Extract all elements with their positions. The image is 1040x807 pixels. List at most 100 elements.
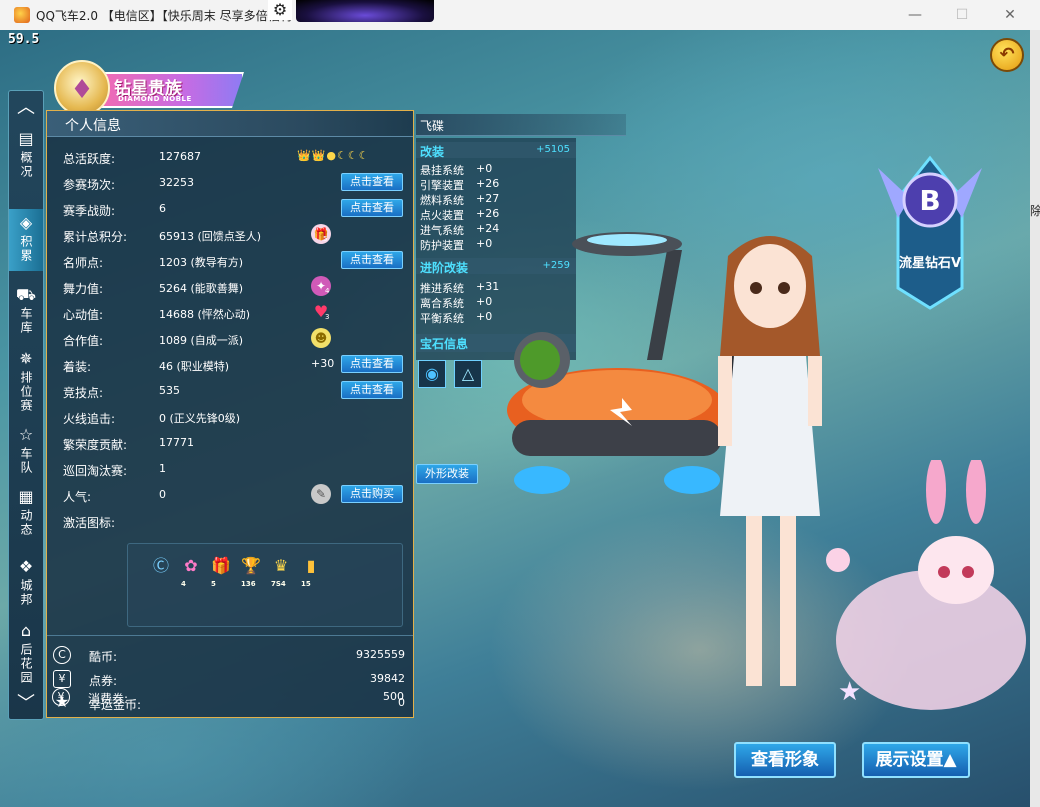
stat-row: 参赛场次: 32253 点击查看 (63, 171, 407, 197)
stat-value: 127687 (159, 150, 201, 163)
stat-value: 46 (职业模特) (159, 360, 230, 373)
nav-up-arrow-icon[interactable]: ︿ (9, 93, 43, 123)
coin-badge-icon[interactable]: Ⓒ (149, 556, 173, 582)
stat-row: 着装: 46 (职业模特) +30 点击查看 (63, 353, 407, 379)
stat-value: 0 (正义先锋0级) (159, 412, 241, 425)
stat-value: 65913 (回馈点圣人) (159, 230, 262, 243)
car-icon: ⛟ (15, 285, 37, 304)
calendar-icon: ▦ (18, 487, 34, 506)
currency-label: 酷币: (89, 650, 118, 664)
rank-wings-icon: ✵ (19, 349, 33, 368)
mod-section-title: 改装 (420, 145, 445, 159)
nav-item-overview[interactable]: ▤ 概况 (9, 129, 43, 181)
gift-badge-icon[interactable]: 🎁 5 (209, 556, 233, 588)
stat-label: 名师点: (63, 256, 104, 270)
display-settings-button[interactable]: 展示设置▲ (862, 742, 970, 778)
vehicle-name: 飞碟 (420, 119, 445, 133)
view-season-button[interactable]: 点击查看 (341, 199, 403, 217)
trophy-badge-icon[interactable]: 🏆 136 (239, 556, 263, 588)
stat-row: 合作值: 1089 (自成一派) ☻ (63, 327, 407, 353)
nav-item-accumulation[interactable]: ◈ 积累 (9, 209, 43, 271)
gem-slot-2-triangle-icon[interactable]: △ (454, 360, 482, 388)
view-arena-button[interactable]: 点击查看 (341, 381, 403, 399)
star-icon: ☆ (18, 425, 34, 444)
svg-text:★: ★ (838, 677, 861, 707)
coop-icon: ☻ (311, 328, 331, 348)
maximize-button[interactable]: ☐ (939, 0, 985, 30)
gift-icon: 🎁 (311, 224, 331, 244)
currency-row: C 酷币: 9325559 (53, 645, 405, 667)
divider (47, 635, 413, 636)
nav-label: 排位赛 (19, 371, 33, 413)
stat-row: 总活跃度: 127687 👑👑●☾☾☾ (63, 145, 407, 171)
appearance-mod-button[interactable]: 外形改装 (416, 464, 478, 484)
rank-diamond-badge-icon: B (878, 155, 982, 310)
noble-badge: ♦ 钻星贵族 DIAMOND NOBLE (48, 60, 248, 116)
close-button[interactable]: ✕ (987, 0, 1033, 30)
nav-label: 积累 (19, 235, 33, 263)
view-matches-button[interactable]: 点击查看 (341, 173, 403, 191)
buy-popularity-button[interactable]: 点击购买 (341, 485, 403, 503)
stat-label: 参赛场次: (63, 178, 116, 192)
nav-label: 动态 (19, 509, 33, 537)
stat-row: 繁荣度贡献: 17771 (63, 431, 407, 457)
stat-row: 激活图标: (63, 509, 407, 535)
currency-value: 9325559 (356, 648, 405, 661)
nav-item-ranked[interactable]: ✵ 排位赛 (9, 349, 43, 419)
nav-item-team[interactable]: ☆ 车队 (9, 425, 43, 481)
gift-count: 5 (323, 235, 328, 243)
flower-badge-icon[interactable]: ✿ 4 (179, 556, 203, 588)
gem-title: 宝石信息 (420, 337, 469, 351)
kubi-coin-icon: C (53, 646, 71, 664)
activated-badges: Ⓒ ✿ 4 🎁 5 🏆 136 ♛ 7S4 ▮ 15 (149, 556, 323, 588)
mod-section: 改装 +5105 (416, 142, 576, 159)
profile-card-icon: ▤ (18, 129, 34, 148)
stat-label: 合作值: (63, 334, 104, 348)
view-mentor-button[interactable]: 点击查看 (341, 251, 403, 269)
mod-section-title: 进阶改装 (420, 261, 469, 275)
view-outfit-button[interactable]: 点击查看 (341, 355, 403, 373)
view-image-button[interactable]: 查看形象 (734, 742, 836, 778)
mod-item: 燃料系统 +27 (420, 192, 500, 207)
stat-row: 竞技点: 535 点击查看 (63, 379, 407, 405)
fps-counter: 59.5 (8, 32, 40, 47)
nav-item-feed[interactable]: ▦ 动态 (9, 487, 43, 545)
game-viewport: 59.5 ↶ 除 ︿ ▤ 概况 ◈ 积累 ⛟ 车库 ✵ 排位赛 ☆ 车队 ▦ 动… (0, 30, 1040, 807)
stat-value: 1203 (教导有方) (159, 256, 244, 269)
stat-row: 巡回淘汰赛: 1 (63, 457, 407, 483)
stat-row: 舞力值: 5264 (能歌善舞) ✦ 4 (63, 275, 407, 301)
nav-down-arrow-icon[interactable]: ﹀ (9, 689, 43, 719)
back-arrow-icon[interactable]: ↶ (990, 38, 1024, 72)
fairy-pet-image: ★ (826, 460, 1026, 710)
garden-icon: ⌂ (20, 621, 32, 640)
gem-slot-1-icon[interactable]: ◉ (418, 360, 446, 388)
stat-label: 总活跃度: (63, 152, 116, 166)
crown-moon-icons: 👑👑●☾☾☾ (297, 149, 370, 162)
stat-value: 1 (159, 462, 166, 475)
stat-row: 心动值: 14688 (怦然心动) ♥ 3 (63, 301, 407, 327)
nav-item-garage[interactable]: ⛟ 车库 (9, 285, 43, 341)
svg-text:B: B (919, 184, 940, 217)
stat-label: 竞技点: (63, 386, 104, 400)
nav-label: 车队 (19, 447, 33, 475)
diamond-noble-emblem-icon: ♦ (54, 60, 110, 116)
stat-label: 心动值: (63, 308, 104, 322)
nav-label: 城邦 (19, 579, 33, 607)
rank-label: 流星钻石Ⅴ (898, 256, 962, 271)
minimize-button[interactable]: — (892, 0, 938, 30)
dance-count: 4 (325, 287, 330, 295)
card-badge-icon[interactable]: ▮ 15 (299, 556, 323, 588)
crown-badge-icon[interactable]: ♛ 7S4 (269, 556, 293, 588)
city-icon: ❖ (18, 557, 34, 576)
panel-title: 个人信息 (65, 118, 121, 134)
gear-icon[interactable]: ⚙ (268, 0, 292, 20)
coupon-icon: ¥ (52, 688, 70, 706)
video-thumbnail[interactable] (296, 0, 434, 22)
nav-item-city[interactable]: ❖ 城邦 (9, 557, 43, 613)
window-title: QQ飞车2.0 【电信区】【快乐周末 尽享多倍福利 (36, 8, 292, 23)
nav-item-garden[interactable]: ⌂ 后花园 (9, 621, 43, 687)
window-titlebar: QQ飞车2.0 【电信区】【快乐周末 尽享多倍福利 ⚙ — ☐ ✕ (0, 0, 1040, 30)
outfit-bonus: +30 (311, 357, 335, 370)
stat-row: 赛季战勋: 6 点击查看 (63, 197, 407, 223)
stat-label: 赛季战勋: (63, 204, 116, 218)
